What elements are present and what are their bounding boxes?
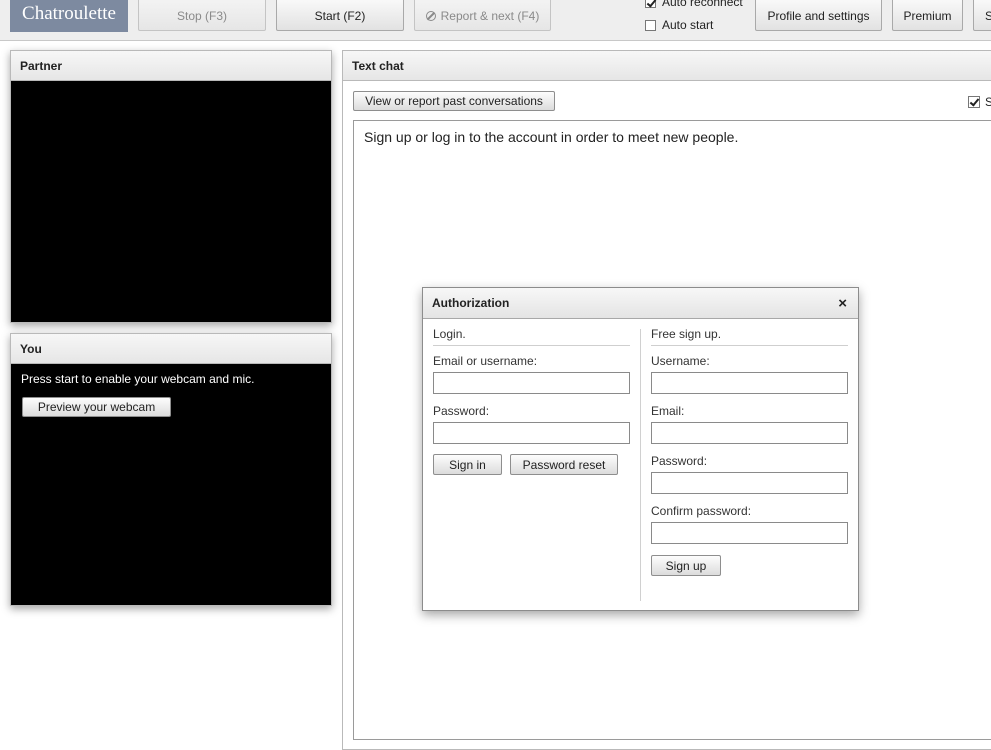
you-panel-header: You [11,334,331,364]
sign-up-button[interactable]: Sign up [651,555,721,576]
signup-username-label: Username: [651,354,710,368]
profile-settings-button[interactable]: Profile and settings [755,0,882,31]
signup-heading: Free sign up. [651,327,722,341]
you-panel: You Press start to enable your webcam an… [10,333,332,606]
premium-label: Premium [903,8,952,23]
top-toolbar: Chatroulette Stop (F3) Start (F2) Report… [0,0,991,41]
signup-section: Free sign up. Username: Email: Password:… [651,327,848,576]
profile-settings-label: Profile and settings [767,8,870,23]
clipped-toolbar-label: S [985,8,991,23]
signup-email-label: Email: [651,404,685,418]
preview-webcam-button[interactable]: Preview your webcam [22,397,171,417]
text-chat-header: Text chat [343,51,991,81]
login-divider [433,345,630,346]
login-password-input[interactable] [433,422,630,444]
app-logo[interactable]: Chatroulette [10,0,128,32]
confirm-password-input[interactable] [651,522,848,544]
ban-icon [425,10,436,21]
auto-start-checkbox[interactable] [645,19,656,31]
partner-panel-title: Partner [20,58,63,73]
login-heading: Login. [433,327,466,341]
signup-password-input[interactable] [651,472,848,494]
password-reset-button[interactable]: Password reset [510,454,618,475]
report-next-label: Report & next (F4) [440,8,540,23]
authorization-dialog: Authorization × Login. Email or username… [422,287,859,611]
clipped-toolbar-button[interactable]: S [973,0,991,31]
text-chat-title: Text chat [352,58,404,73]
you-panel-title: You [20,341,42,356]
close-icon[interactable]: × [836,295,849,312]
auto-start-option[interactable]: Auto start [645,18,713,32]
sign-in-label: Sign in [449,457,486,472]
chat-system-message: Sign up or log in to the account in orde… [364,129,739,145]
login-email-input[interactable] [433,372,630,394]
partner-panel: Partner [10,50,332,323]
clipped-chat-label: S [985,95,991,109]
dialog-title: Authorization [432,296,510,310]
premium-button[interactable]: Premium [892,0,963,31]
confirm-password-label: Confirm password: [651,504,752,518]
partner-video [11,81,331,322]
preview-webcam-label: Preview your webcam [37,400,156,414]
webcam-prompt: Press start to enable your webcam and mi… [21,372,255,386]
partner-panel-header: Partner [11,51,331,81]
dialog-column-divider [640,329,641,601]
signup-password-label: Password: [651,454,708,468]
start-button[interactable]: Start (F2) [276,0,404,31]
auto-start-label: Auto start [662,18,714,32]
login-password-label: Password: [433,404,490,418]
sign-in-button[interactable]: Sign in [433,454,502,475]
auto-reconnect-option[interactable]: Auto reconnect [645,0,743,9]
email-username-label: Email or username: [433,354,538,368]
auto-reconnect-label: Auto reconnect [662,0,743,9]
self-video: Press start to enable your webcam and mi… [11,364,331,605]
start-button-label: Start (F2) [314,8,366,23]
stop-button[interactable]: Stop (F3) [138,0,266,31]
auto-reconnect-checkbox[interactable] [645,0,656,8]
dialog-header: Authorization × [423,288,858,319]
signup-email-input[interactable] [651,422,848,444]
view-past-conversations-label: View or report past conversations [365,94,543,108]
sign-up-label: Sign up [665,558,707,573]
password-reset-label: Password reset [522,457,606,472]
view-past-conversations-button[interactable]: View or report past conversations [353,91,555,111]
report-next-button[interactable]: Report & next (F4) [414,0,551,31]
login-section: Login. Email or username: Password: Sign… [433,327,630,475]
clipped-chat-option[interactable]: S [968,95,991,109]
clipped-chat-checkbox[interactable] [968,96,980,108]
signup-username-input[interactable] [651,372,848,394]
stop-button-label: Stop (F3) [176,8,227,23]
signup-divider [651,345,848,346]
